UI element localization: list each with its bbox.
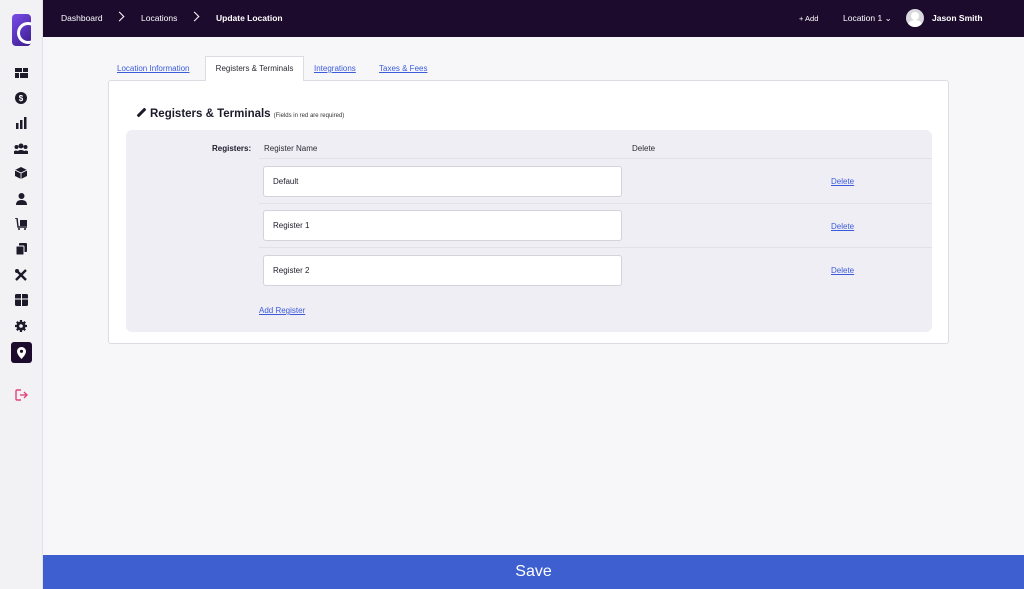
location-selector[interactable]: Location 1 ⌄ xyxy=(843,13,892,24)
registers-panel: Registers: Register Name Delete Delete D… xyxy=(126,130,932,332)
pencil-icon xyxy=(136,108,146,118)
logout-icon[interactable] xyxy=(11,385,31,405)
box-icon[interactable] xyxy=(11,163,31,183)
delete-register-link[interactable]: Delete xyxy=(831,177,854,186)
top-navigation-bar: Dashboard Locations Update Location + Ad… xyxy=(43,0,1024,37)
dollar-icon[interactable]: $ xyxy=(11,88,31,108)
row-divider xyxy=(259,158,932,159)
gift-icon[interactable] xyxy=(11,290,31,310)
tab-integrations[interactable]: Integrations xyxy=(314,64,356,73)
column-header-delete: Delete xyxy=(632,144,656,153)
breadcrumb-locations[interactable]: Locations xyxy=(141,13,177,23)
add-register-link[interactable]: Add Register xyxy=(259,306,305,315)
row-divider xyxy=(259,203,932,204)
save-button[interactable]: Save xyxy=(43,555,1024,589)
delete-register-link[interactable]: Delete xyxy=(831,266,854,275)
column-header-register-name: Register Name xyxy=(264,144,318,153)
tab-taxes-fees[interactable]: Taxes & Fees xyxy=(379,64,427,73)
dolly-icon[interactable] xyxy=(11,214,31,234)
app-logo[interactable] xyxy=(12,14,31,46)
chevron-right-icon xyxy=(116,10,124,24)
copy-icon[interactable] xyxy=(11,239,31,259)
bar-chart-icon[interactable] xyxy=(11,113,31,133)
register-name-input[interactable] xyxy=(263,166,622,197)
breadcrumb-dashboard[interactable]: Dashboard xyxy=(61,13,103,23)
avatar[interactable] xyxy=(906,9,924,27)
location-pin-icon[interactable] xyxy=(11,342,32,363)
breadcrumb-current-page: Update Location xyxy=(216,13,283,23)
required-note: (Fields in red are required) xyxy=(273,113,345,119)
user-name[interactable]: Jason Smith xyxy=(932,13,983,23)
user-icon[interactable] xyxy=(11,189,31,209)
section-header: Registers & Terminals (Fields in red are… xyxy=(136,107,344,120)
row-divider xyxy=(259,247,932,248)
svg-text:$: $ xyxy=(19,94,24,103)
register-name-input[interactable] xyxy=(263,210,622,241)
tab-registers-terminals[interactable]: Registers & Terminals xyxy=(205,56,304,81)
add-button[interactable]: + Add xyxy=(799,14,818,23)
delete-register-link[interactable]: Delete xyxy=(831,222,854,231)
registers-label: Registers: xyxy=(212,144,252,153)
dashboard-icon[interactable] xyxy=(11,63,31,83)
tools-icon[interactable] xyxy=(11,265,31,285)
gear-icon[interactable] xyxy=(11,316,31,336)
customers-icon[interactable] xyxy=(11,138,31,158)
section-title: Registers & Terminals xyxy=(150,108,271,120)
tab-location-information[interactable]: Location Information xyxy=(117,64,190,73)
registers-card: Registers & Terminals (Fields in red are… xyxy=(108,80,949,344)
sidebar: $ xyxy=(0,0,43,589)
chevron-right-icon xyxy=(191,10,199,24)
register-name-input[interactable] xyxy=(263,255,622,286)
